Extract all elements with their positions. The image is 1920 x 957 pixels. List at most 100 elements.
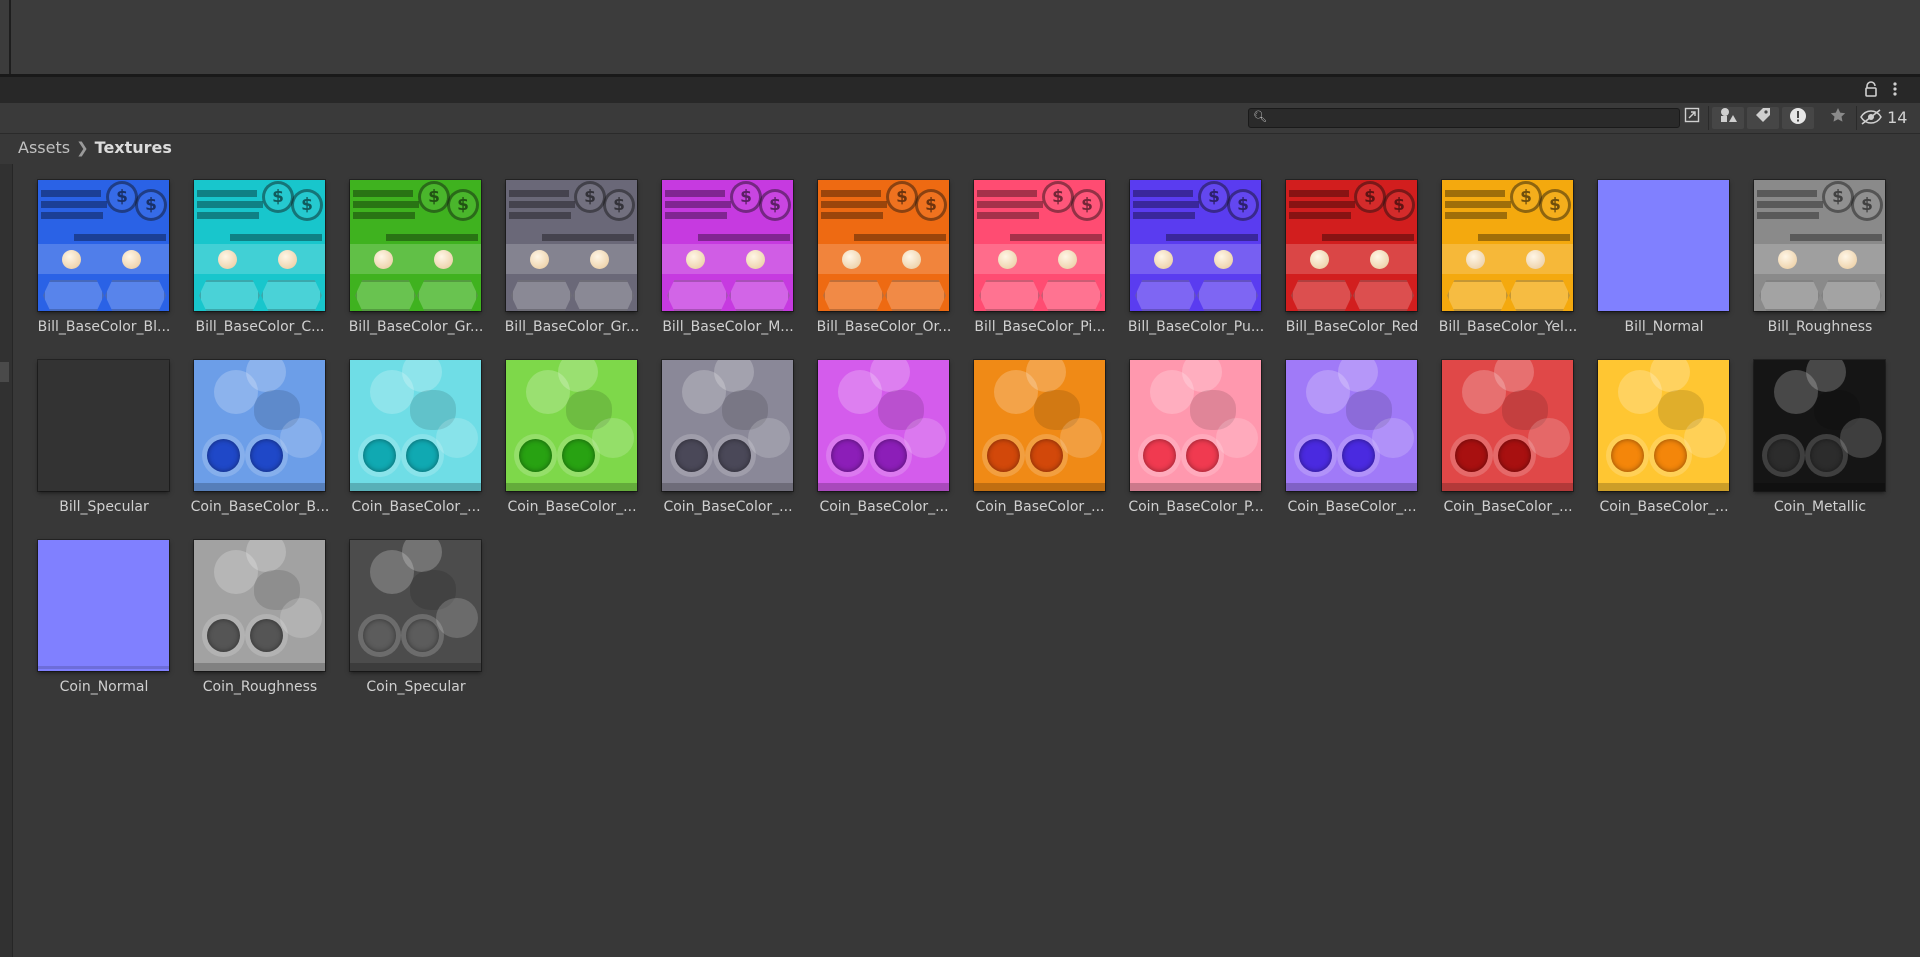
scroll-handle[interactable] — [0, 362, 9, 382]
texture-thumbnail: $ $ — [194, 180, 325, 311]
asset-label: Bill_BaseColor_Gr... — [504, 319, 640, 335]
project-toolbar: 🔍︎ 14 — [0, 103, 1920, 134]
asset-label: Bill_BaseColor_Yel... — [1438, 319, 1578, 335]
asset-label: Bill_BaseColor_Pi... — [974, 319, 1106, 335]
favorite-button[interactable] — [1822, 107, 1854, 129]
hidden-eye-icon — [1860, 109, 1882, 125]
texture-thumbnail: $ $ — [350, 180, 481, 311]
asset-item[interactable]: Coin_BaseColor_... — [972, 360, 1128, 521]
asset-item[interactable]: $ $ Bill_BaseColor_Bl... — [36, 180, 192, 341]
asset-item[interactable]: $ $ Bill_BaseColor_Red — [1284, 180, 1440, 341]
asset-item[interactable]: Coin_BaseColor_... — [660, 360, 816, 521]
asset-label: Coin_Roughness — [202, 679, 318, 695]
asset-label: Bill_BaseColor_Red — [1285, 319, 1419, 335]
asset-label: Bill_Roughness — [1767, 319, 1873, 335]
texture-thumbnail — [662, 360, 793, 491]
asset-item[interactable]: Coin_BaseColor_... — [348, 360, 504, 521]
asset-item[interactable]: $ $ Bill_BaseColor_Gr... — [504, 180, 660, 341]
asset-item[interactable]: Coin_BaseColor_P... — [1128, 360, 1284, 521]
texture-thumbnail: $ $ — [1754, 180, 1885, 311]
asset-item[interactable]: Coin_Metallic — [1752, 360, 1908, 521]
asset-item[interactable]: Coin_BaseColor_... — [504, 360, 660, 521]
texture-thumbnail — [974, 360, 1105, 491]
asset-item[interactable]: $ $ Bill_BaseColor_Pu... — [1128, 180, 1284, 341]
favorite-star-icon — [1830, 108, 1846, 122]
hidden-count-label: 14 — [1887, 108, 1908, 127]
asset-label: Coin_Specular — [366, 679, 466, 695]
asset-label: Coin_BaseColor_... — [351, 499, 481, 515]
breadcrumb-textures[interactable]: Textures — [95, 138, 172, 157]
texture-thumbnail — [350, 360, 481, 491]
asset-label: Bill_Normal — [1624, 319, 1704, 335]
asset-label: Coin_BaseColor_P... — [1128, 499, 1264, 515]
asset-label: Coin_BaseColor_... — [1287, 499, 1417, 515]
upper-panel — [0, 0, 1920, 74]
texture-thumbnail: $ $ — [1442, 180, 1573, 311]
asset-item[interactable]: $ $ Bill_BaseColor_M... — [660, 180, 816, 341]
texture-thumbnail: $ $ — [38, 180, 169, 311]
hidden-packages-toggle[interactable]: 14 — [1860, 107, 1918, 129]
texture-thumbnail: $ $ — [662, 180, 793, 311]
texture-thumbnail — [1130, 360, 1261, 491]
chevron-right-icon: ❯ — [76, 139, 89, 157]
label-filter-button[interactable] — [1747, 107, 1779, 129]
texture-thumbnail — [1754, 360, 1885, 491]
search-input[interactable] — [1271, 110, 1675, 126]
project-window-tab-strip — [0, 77, 1920, 103]
label-filter-icon — [1756, 108, 1770, 122]
maximize-search-button[interactable] — [1680, 107, 1704, 129]
asset-label: Bill_BaseColor_Or... — [816, 319, 952, 335]
asset-label: Coin_BaseColor_... — [1599, 499, 1729, 515]
texture-thumbnail: $ $ — [818, 180, 949, 311]
asset-item[interactable]: Coin_BaseColor_... — [816, 360, 972, 521]
asset-label: Coin_Normal — [59, 679, 149, 695]
asset-item[interactable]: $ $ Bill_BaseColor_Or... — [816, 180, 972, 341]
asset-item[interactable]: Coin_BaseColor_B... — [191, 360, 348, 521]
asset-label: Bill_BaseColor_Pu... — [1127, 319, 1265, 335]
texture-thumbnail — [1598, 180, 1729, 311]
warning-filter-button[interactable] — [1782, 107, 1814, 129]
asset-item[interactable]: Coin_BaseColor_... — [1596, 360, 1752, 521]
search-icon: 🔍︎ — [1253, 110, 1267, 123]
texture-thumbnail — [1286, 360, 1417, 491]
asset-item[interactable]: $ $ Bill_BaseColor_Yel... — [1439, 180, 1596, 341]
breadcrumb-assets[interactable]: Assets — [18, 138, 70, 157]
texture-thumbnail: $ $ — [1286, 180, 1417, 311]
texture-thumbnail — [350, 540, 481, 671]
asset-item[interactable]: $ $ Bill_BaseColor_Gr... — [348, 180, 504, 341]
kebab-menu-icon[interactable] — [1886, 81, 1904, 99]
asset-item[interactable]: Coin_Specular — [348, 540, 504, 701]
asset-label: Coin_BaseColor_... — [507, 499, 637, 515]
asset-label: Coin_BaseColor_... — [663, 499, 793, 515]
type-filter-icon — [1721, 108, 1737, 122]
asset-label: Bill_Specular — [59, 499, 149, 515]
asset-item[interactable]: $ $ Bill_BaseColor_C... — [192, 180, 348, 341]
asset-item[interactable]: Coin_Roughness — [192, 540, 348, 701]
texture-thumbnail — [1598, 360, 1729, 491]
texture-thumbnail: $ $ — [974, 180, 1105, 311]
asset-item[interactable]: Coin_BaseColor_... — [1440, 360, 1596, 521]
warning-filter-icon — [1790, 108, 1806, 124]
texture-thumbnail — [818, 360, 949, 491]
asset-label: Bill_BaseColor_C... — [195, 319, 325, 335]
asset-label: Bill_BaseColor_Gr... — [348, 319, 484, 335]
asset-item[interactable]: Bill_Specular — [36, 360, 192, 521]
texture-thumbnail — [194, 540, 325, 671]
breadcrumb: Assets ❯ Textures — [18, 134, 172, 162]
asset-item[interactable]: Coin_BaseColor_... — [1284, 360, 1440, 521]
texture-thumbnail — [38, 540, 169, 671]
texture-thumbnail — [194, 360, 325, 491]
lock-icon[interactable] — [1862, 81, 1880, 99]
asset-label: Coin_BaseColor_B... — [190, 499, 330, 515]
asset-label: Coin_Metallic — [1773, 499, 1867, 515]
asset-label: Coin_BaseColor_... — [819, 499, 949, 515]
type-filter-button[interactable] — [1712, 107, 1744, 129]
asset-item[interactable]: Bill_Normal — [1596, 180, 1752, 341]
texture-thumbnail — [1442, 360, 1573, 491]
maximize-icon — [1684, 107, 1700, 123]
texture-thumbnail — [506, 360, 637, 491]
asset-label: Bill_BaseColor_M... — [662, 319, 794, 335]
asset-item[interactable]: Coin_Normal — [36, 540, 192, 701]
asset-item[interactable]: $ $ Bill_Roughness — [1752, 180, 1908, 341]
asset-item[interactable]: $ $ Bill_BaseColor_Pi... — [972, 180, 1128, 341]
